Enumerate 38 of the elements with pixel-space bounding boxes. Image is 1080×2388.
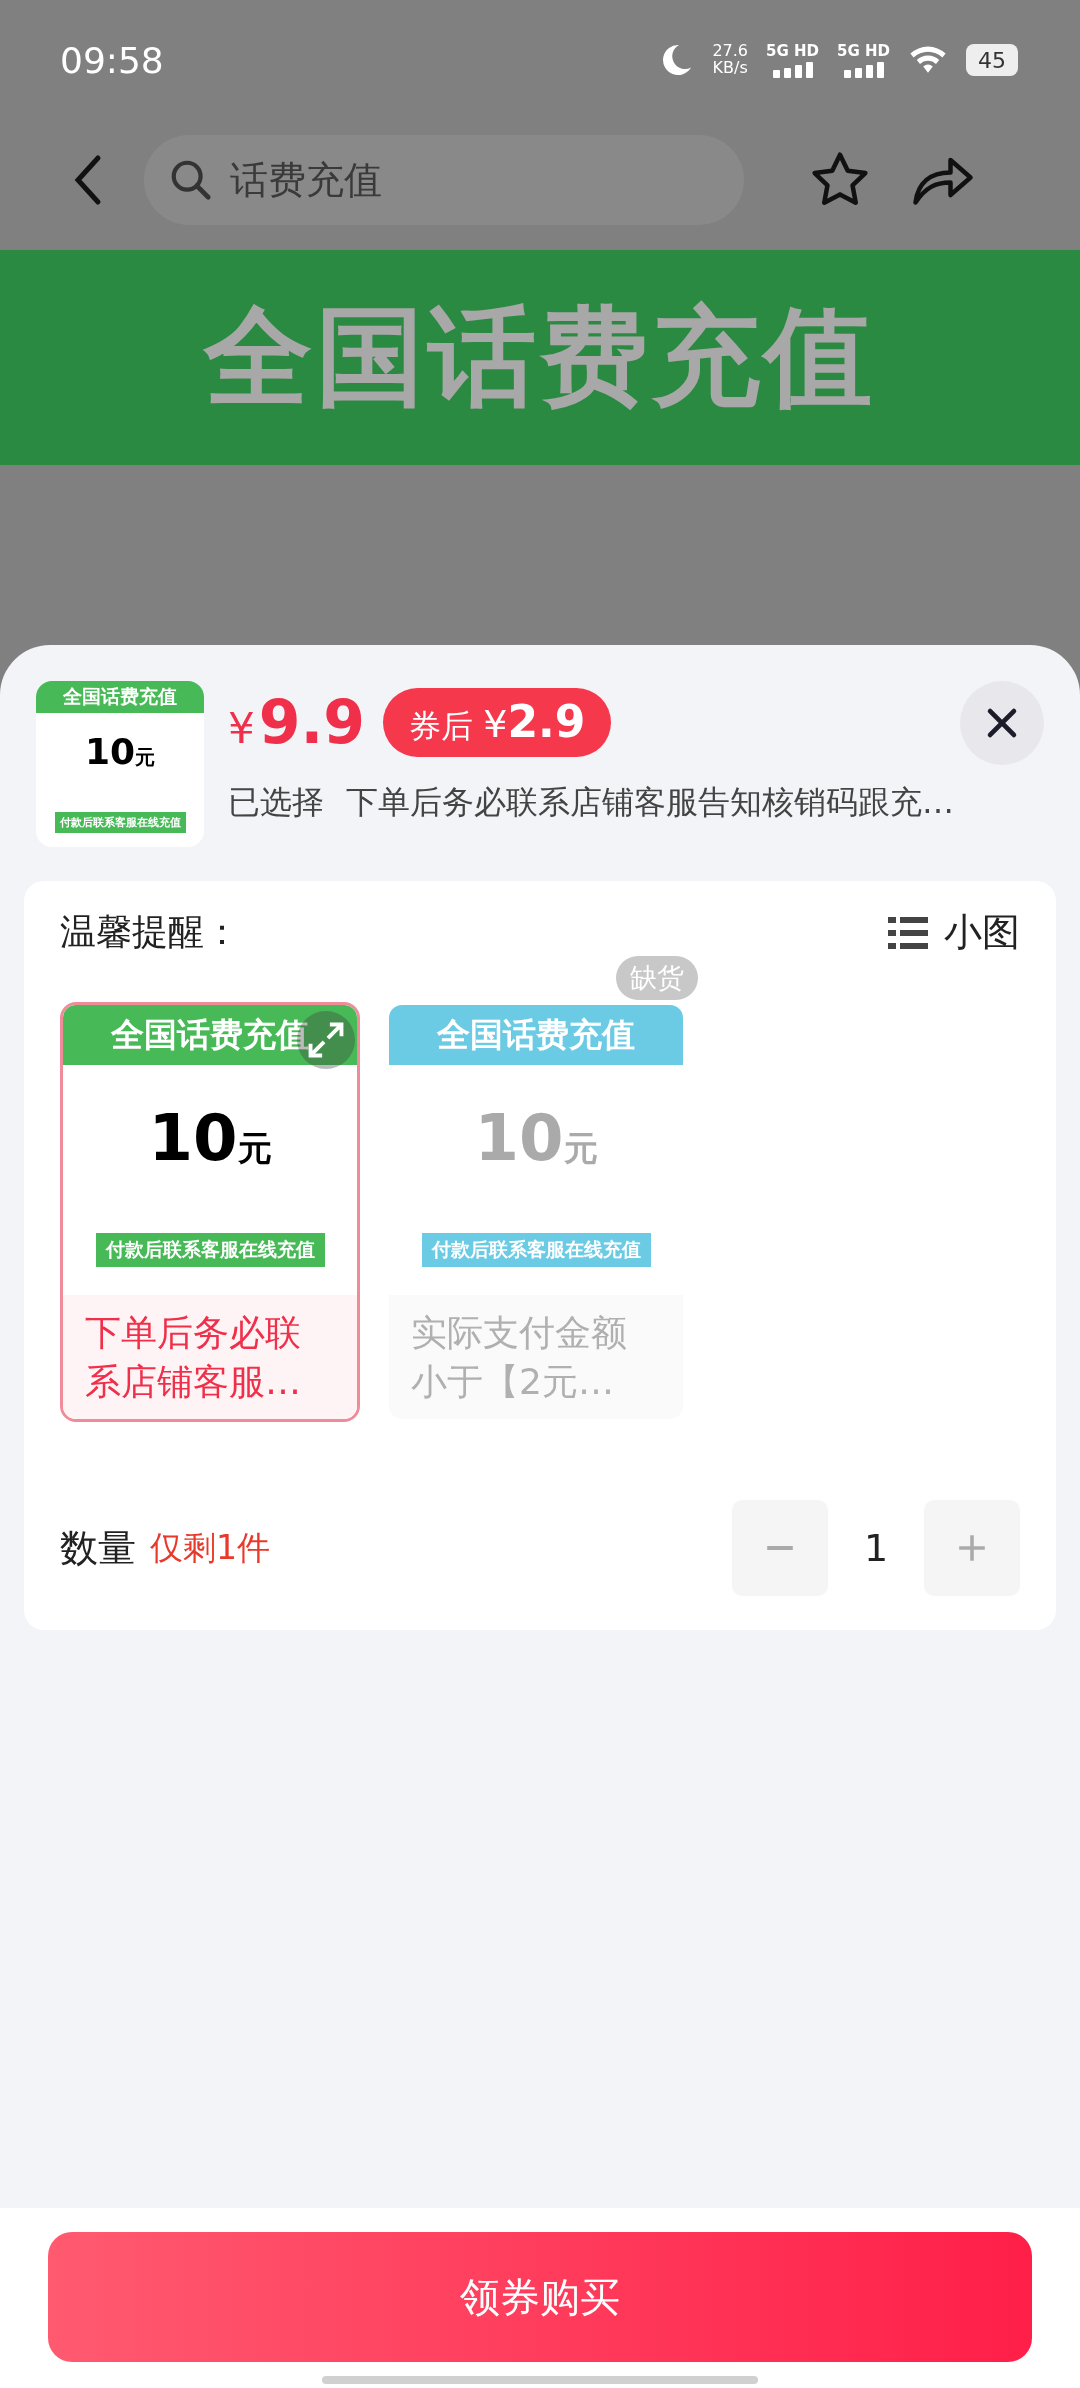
close-icon [985,706,1019,740]
reminder-title: 温馨提醒： [60,910,240,954]
option-tile[interactable]: 全国话费充值 10元 付款后联系客服在线充值 下单后务必联系店铺客服… [60,1002,360,1422]
signal-icon [843,62,884,78]
quantity-value: 1 [862,1526,890,1570]
thumbnail-amount: 10 [148,1101,238,1175]
signal-icon [772,62,813,78]
thumbnail-amount: 10 [474,1101,564,1175]
banner-title: 全国话费充值 [204,292,876,421]
quantity-label: 数量 [60,1524,136,1572]
thumbnail-note: 付款后联系客服在线充值 [421,1233,651,1267]
minus-icon [764,1546,796,1550]
thumbnail-unit: 元 [237,1128,272,1168]
thumbnail-unit: 元 [563,1128,598,1168]
plus-icon [956,1532,988,1564]
thumbnail-title: 全国话费充值 [63,1005,357,1065]
thumbnail-title: 全国话费充值 [36,681,204,713]
net-unit: KB/s [712,60,748,77]
thumbnail-unit: 元 [135,745,156,769]
list-icon [888,914,928,951]
sim-label: 5G HD [766,42,819,60]
option-caption: 下单后务必联系店铺客服… [63,1295,357,1419]
sim-label: 5G HD [837,42,890,60]
thumbnail-note: 付款后联系客服在线充值 [54,812,186,833]
thumbnail-amount: 10 [84,731,136,772]
selected-option: 下单后务必联系店铺客服告知核销码跟充… [346,781,954,825]
search-field[interactable]: 话费充值 [144,135,744,225]
battery-level: 45 [978,47,1006,73]
stock-note: 仅剩1件 [150,1526,271,1569]
price: ¥9.9 [228,687,366,757]
coupon-price-badge: 券后 ¥2.9 [383,687,612,757]
option-caption: 实际支付金额小于【2元… [389,1295,683,1419]
thumbnail-note: 付款后联系客服在线充值 [95,1233,325,1267]
view-toggle[interactable]: 小图 [888,907,1020,958]
selected-label: 已选择 [228,782,324,823]
net-speed: 27.6 [712,43,749,60]
thumbnail-title: 全国话费充值 [389,1005,683,1065]
status-time: 09:58 [60,39,164,81]
